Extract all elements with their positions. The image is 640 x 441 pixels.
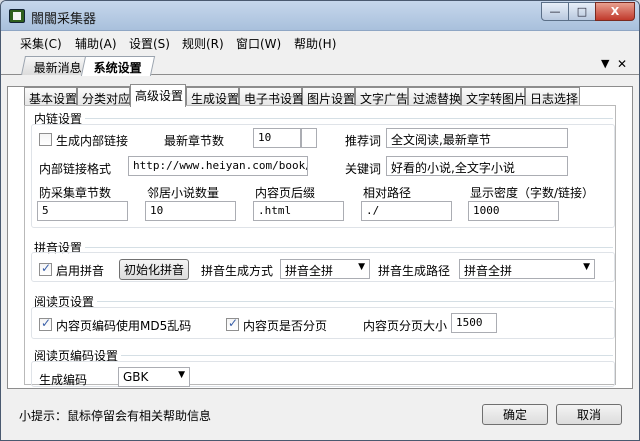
recommend-label: 推荐词: [345, 134, 382, 148]
anti-collect-input[interactable]: 5: [37, 201, 128, 221]
tab-generate[interactable]: 生成设置: [186, 87, 239, 106]
neighbor-input[interactable]: 10: [145, 201, 236, 221]
page-size-label: 内容页分页大小: [363, 319, 448, 333]
app-window: 闟闟采集器 — □ X 采集(C) 辅助(A) 设置(S) 规则(R) 窗口(W…: [0, 0, 640, 441]
menu-collect[interactable]: 采集(C): [20, 35, 62, 52]
tab-filter[interactable]: 过滤替换: [408, 87, 461, 106]
neighbor-label: 邻居小说数量: [147, 186, 220, 200]
tab-image[interactable]: 图片设置: [302, 87, 355, 106]
relative-path-input[interactable]: ./: [361, 201, 452, 221]
reader-divider: [97, 301, 613, 302]
menu-assist[interactable]: 辅助(A): [75, 35, 117, 52]
close-button[interactable]: X: [595, 2, 635, 21]
menu-settings[interactable]: 设置(S): [129, 35, 170, 52]
enable-pinyin-checkbox[interactable]: [39, 261, 52, 276]
tab-category[interactable]: 分类对应: [77, 87, 130, 106]
window-title: 闟闟采集器: [31, 12, 97, 27]
enable-pinyin-label: 启用拼音: [56, 264, 105, 278]
chevron-down-icon: ▼: [358, 262, 365, 272]
pinyin-divider: [85, 247, 613, 248]
maximize-button[interactable]: □: [568, 2, 596, 21]
suffix-input[interactable]: .html: [253, 201, 344, 221]
inner-link-format-input[interactable]: http://www.heiyan.com/book/[Nove]: [128, 156, 308, 176]
menu-window[interactable]: 窗口(W): [236, 35, 281, 52]
menu-rules[interactable]: 规则(R): [182, 35, 224, 52]
density-input[interactable]: 1000: [468, 201, 559, 221]
ok-button[interactable]: 确定: [482, 404, 548, 425]
chevron-down-icon: ▼: [583, 262, 590, 272]
doc-close-icon[interactable]: ✕: [617, 57, 627, 71]
keyword-input[interactable]: 好看的小说,全文字小说: [386, 156, 568, 176]
pinyin-mode-label: 拼音生成方式: [201, 264, 274, 278]
menu-help[interactable]: 帮助(H): [294, 35, 336, 52]
latest-chapters-input[interactable]: 10: [253, 128, 301, 148]
paging-checkbox[interactable]: [226, 316, 239, 331]
document-tabs: 最新消息 系统设置 ▼ ✕: [1, 53, 639, 76]
doc-tab-system-settings[interactable]: 系统设置: [80, 56, 156, 76]
tab-advanced[interactable]: 高级设置: [130, 84, 186, 107]
minimize-button[interactable]: —: [541, 2, 569, 21]
title-bar[interactable]: 闟闟采集器 — □ X: [1, 1, 639, 31]
pinyin-path-label: 拼音生成路径: [378, 264, 451, 278]
pinyin-mode-value: 拼音全拼: [285, 264, 334, 278]
tab-text-ad[interactable]: 文字广告: [355, 87, 408, 106]
tab-basic[interactable]: 基本设置: [24, 87, 77, 106]
app-icon: [9, 9, 25, 23]
anti-collect-label: 防采集章节数: [39, 186, 112, 200]
menu-bar: 采集(C) 辅助(A) 设置(S) 规则(R) 窗口(W) 帮助(H): [1, 31, 639, 53]
doc-dropdown-icon[interactable]: ▼: [601, 57, 609, 70]
cancel-button[interactable]: 取消: [556, 404, 622, 425]
latest-chapters-spinner[interactable]: [301, 128, 317, 148]
encoding-divider: [121, 355, 613, 356]
tab-text-to-image[interactable]: 文字转图片: [461, 87, 526, 106]
tab-log[interactable]: 日志选择: [525, 87, 580, 106]
page-size-input[interactable]: 1500: [451, 313, 497, 333]
help-tip: 小提示：鼠标停留会有相关帮助信息: [19, 409, 212, 423]
latest-chapters-label: 最新章节数: [164, 134, 225, 148]
pinyin-path-value: 拼音全拼: [464, 264, 513, 278]
gen-encoding-value: GBK: [123, 370, 149, 384]
pinyin-mode-select[interactable]: 拼音全拼 ▼: [280, 259, 370, 279]
density-label: 显示密度（字数/链接）: [470, 186, 595, 200]
recommend-input[interactable]: 全文阅读,最新章节: [386, 128, 568, 148]
init-pinyin-button[interactable]: 初始化拼音: [119, 259, 189, 280]
gen-encoding-select[interactable]: GBK ▼: [118, 367, 190, 387]
suffix-label: 内容页后缀: [255, 186, 316, 200]
gen-encoding-label: 生成编码: [39, 373, 88, 387]
chevron-down-icon: ▼: [178, 370, 185, 380]
tab-ebook[interactable]: 电子书设置: [239, 87, 304, 106]
inner-link-divider: [85, 118, 613, 119]
inner-link-format-label: 内部链接格式: [39, 162, 112, 176]
md5-checkbox[interactable]: [39, 316, 52, 331]
pinyin-path-select[interactable]: 拼音全拼 ▼: [459, 259, 595, 279]
relative-path-label: 相对路径: [363, 186, 412, 200]
paging-label: 内容页是否分页: [243, 319, 328, 333]
keyword-label: 关键词: [345, 162, 382, 176]
gen-inner-link-checkbox[interactable]: [39, 133, 52, 146]
doc-tab-news-label: 最新消息: [33, 61, 82, 75]
gen-inner-link-label: 生成内部链接: [56, 134, 129, 148]
doc-tab-settings-label: 系统设置: [93, 61, 142, 75]
md5-label: 内容页编码使用MD5乱码: [56, 319, 192, 333]
